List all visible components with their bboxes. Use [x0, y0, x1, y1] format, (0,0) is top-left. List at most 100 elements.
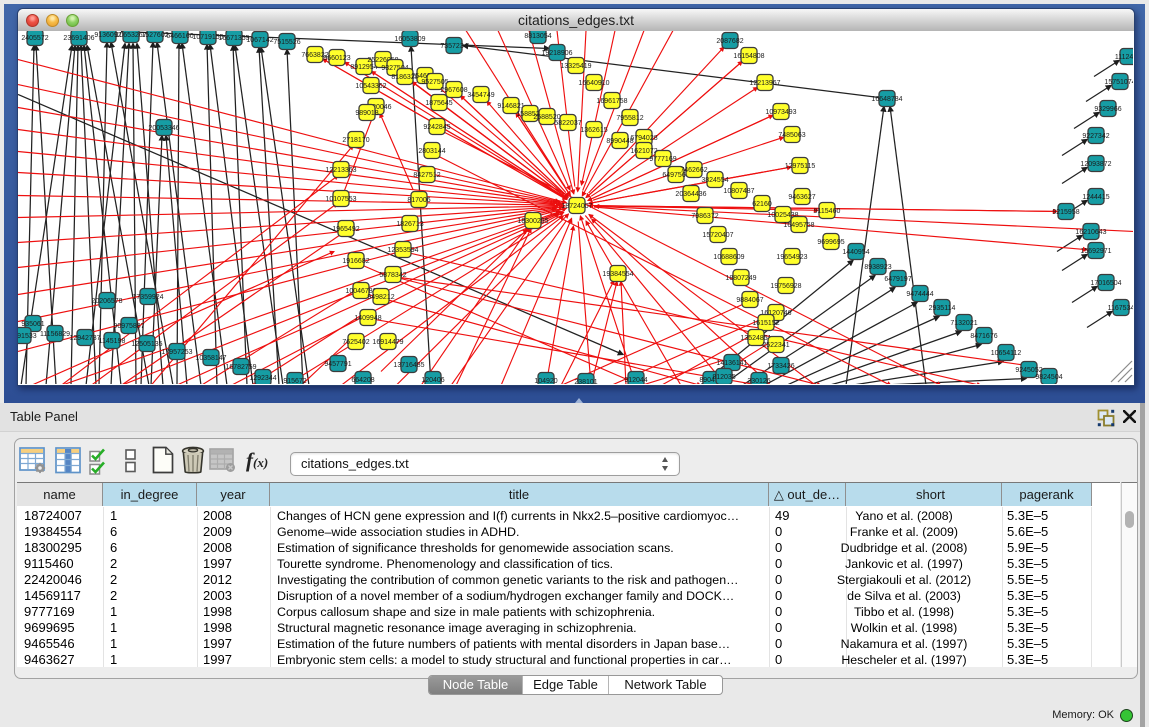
svg-text:17957253: 17957253: [161, 349, 192, 356]
svg-text:8938923: 8938923: [864, 264, 891, 271]
svg-text:3824554: 3824554: [701, 177, 728, 184]
svg-text:10358147: 10358147: [195, 355, 226, 362]
svg-text:1362615: 1362615: [580, 127, 607, 134]
svg-text:6479197: 6479197: [884, 276, 911, 283]
svg-text:20206578: 20206578: [91, 298, 122, 305]
svg-text:16154808: 16154808: [733, 53, 764, 60]
svg-text:19218906: 19218906: [541, 50, 572, 57]
svg-text:1875645: 1875645: [425, 100, 452, 107]
svg-text:2405572: 2405572: [21, 35, 48, 42]
svg-text:10543362: 10543362: [355, 83, 386, 90]
svg-text:120406: 120406: [421, 377, 444, 384]
svg-text:17359924: 17359924: [132, 294, 163, 301]
svg-text:5878342: 5878342: [379, 272, 406, 279]
svg-text:912044: 912044: [624, 377, 647, 384]
svg-text:6794028: 6794028: [630, 135, 657, 142]
svg-text:9329966: 9329966: [1094, 106, 1121, 113]
svg-text:9699695: 9699695: [817, 239, 844, 246]
svg-text:7986372: 7986372: [691, 213, 718, 220]
svg-text:664208: 664208: [351, 377, 374, 384]
svg-text:9227342: 9227342: [1082, 133, 1109, 140]
svg-text:1615152: 1615152: [752, 320, 779, 327]
svg-text:5822037: 5822037: [554, 120, 581, 127]
svg-text:989018: 989018: [355, 110, 378, 117]
svg-text:2803144: 2803144: [418, 148, 445, 155]
svg-text:7485063: 7485063: [778, 132, 805, 139]
svg-text:16782759: 16782759: [225, 364, 256, 371]
svg-text:7132021: 7132021: [950, 320, 977, 327]
svg-text:8427512: 8427512: [413, 172, 440, 179]
svg-text:1409948: 1409948: [354, 315, 381, 322]
svg-text:8471676: 8471676: [970, 333, 997, 340]
svg-text:15751074: 15751074: [1104, 79, 1133, 86]
svg-text:12093872: 12093872: [1080, 161, 1111, 168]
svg-text:3454749: 3454749: [467, 92, 494, 99]
svg-text:1621072: 1621072: [630, 148, 657, 155]
svg-text:16961758: 16961758: [596, 98, 627, 105]
svg-text:20053346: 20053346: [148, 125, 179, 132]
svg-text:104920: 104920: [534, 378, 557, 384]
svg-text:1067142: 1067142: [246, 37, 273, 44]
svg-text:9474444: 9474444: [906, 291, 933, 298]
svg-text:18807249: 18807249: [725, 275, 756, 282]
svg-text:9463627: 9463627: [788, 194, 815, 201]
svg-text:915672: 915672: [283, 378, 306, 384]
svg-text:19654923: 19654923: [776, 254, 807, 261]
svg-text:2522341: 2522341: [762, 342, 789, 349]
svg-text:2718170: 2718170: [342, 137, 369, 144]
svg-text:935061: 935061: [21, 321, 44, 328]
svg-text:1826713: 1826713: [396, 221, 423, 228]
svg-text:10807487: 10807487: [723, 188, 754, 195]
svg-text:13524851: 13524851: [740, 335, 771, 342]
svg-text:10654112: 10654112: [991, 350, 1022, 357]
svg-text:1440954: 1440954: [842, 249, 869, 256]
svg-text:18300295: 18300295: [517, 218, 548, 225]
svg-text:812035: 812035: [712, 374, 735, 381]
svg-text:9242845: 9242845: [423, 124, 450, 131]
svg-text:238101: 238101: [574, 379, 597, 384]
svg-text:11156829: 11156829: [40, 331, 70, 338]
svg-text:62160: 62160: [752, 201, 772, 208]
svg-text:16495758: 16495758: [783, 222, 814, 229]
svg-text:18724007: 18724007: [561, 203, 592, 210]
svg-text:7462662: 7462662: [680, 167, 707, 174]
svg-text:12213967: 12213967: [749, 80, 780, 87]
svg-text:16914479: 16914479: [372, 339, 403, 346]
svg-text:1292344: 1292344: [249, 375, 276, 382]
svg-text:13716485: 13716485: [393, 362, 424, 369]
svg-text:1112498: 1112498: [1115, 54, 1133, 61]
svg-text:6466160: 6466160: [166, 33, 193, 40]
svg-text:19756928: 19756928: [770, 283, 801, 290]
svg-text:7357234: 7357234: [440, 43, 467, 50]
svg-text:19384554: 19384554: [602, 271, 633, 278]
svg-text:12975115: 12975115: [785, 163, 816, 170]
svg-text:9115460: 9115460: [814, 208, 841, 215]
svg-text:16648784: 16648784: [871, 96, 902, 103]
svg-text:7955812: 7955812: [616, 115, 643, 122]
svg-text:8912954: 8912954: [350, 64, 377, 71]
svg-text:9498212: 9498212: [367, 294, 394, 301]
svg-text:330126: 330126: [747, 378, 770, 384]
svg-text:9457791: 9457791: [324, 361, 351, 368]
svg-text:9527505: 9527505: [421, 79, 448, 86]
svg-text:817006: 817006: [407, 197, 430, 204]
svg-text:1167534: 1167534: [1108, 305, 1133, 312]
svg-text:1916682: 1916682: [342, 258, 369, 265]
svg-text:15720407: 15720407: [702, 232, 733, 239]
svg-text:9215958: 9215958: [1052, 209, 1079, 216]
svg-text:1527602: 1527602: [141, 32, 168, 39]
svg-text:90975887: 90975887: [113, 323, 144, 330]
svg-text:12213363: 12213363: [325, 167, 356, 174]
svg-text:7515526: 7515526: [273, 39, 300, 46]
svg-text:16640910: 16640910: [578, 80, 609, 87]
svg-text:17016504: 17016504: [1090, 280, 1121, 287]
svg-text:10973493: 10973493: [765, 109, 796, 116]
svg-text:16210643: 16210643: [1075, 229, 1106, 236]
svg-text:15692971: 15692971: [1080, 248, 1111, 255]
svg-text:2935114: 2935114: [929, 305, 956, 312]
svg-text:9146821: 9146821: [497, 103, 524, 110]
svg-text:9824504: 9824504: [1035, 374, 1062, 381]
svg-text:7625402: 7625402: [342, 339, 369, 346]
svg-text:9245052: 9245052: [1015, 367, 1042, 374]
svg-text:12942737: 12942737: [69, 335, 100, 342]
